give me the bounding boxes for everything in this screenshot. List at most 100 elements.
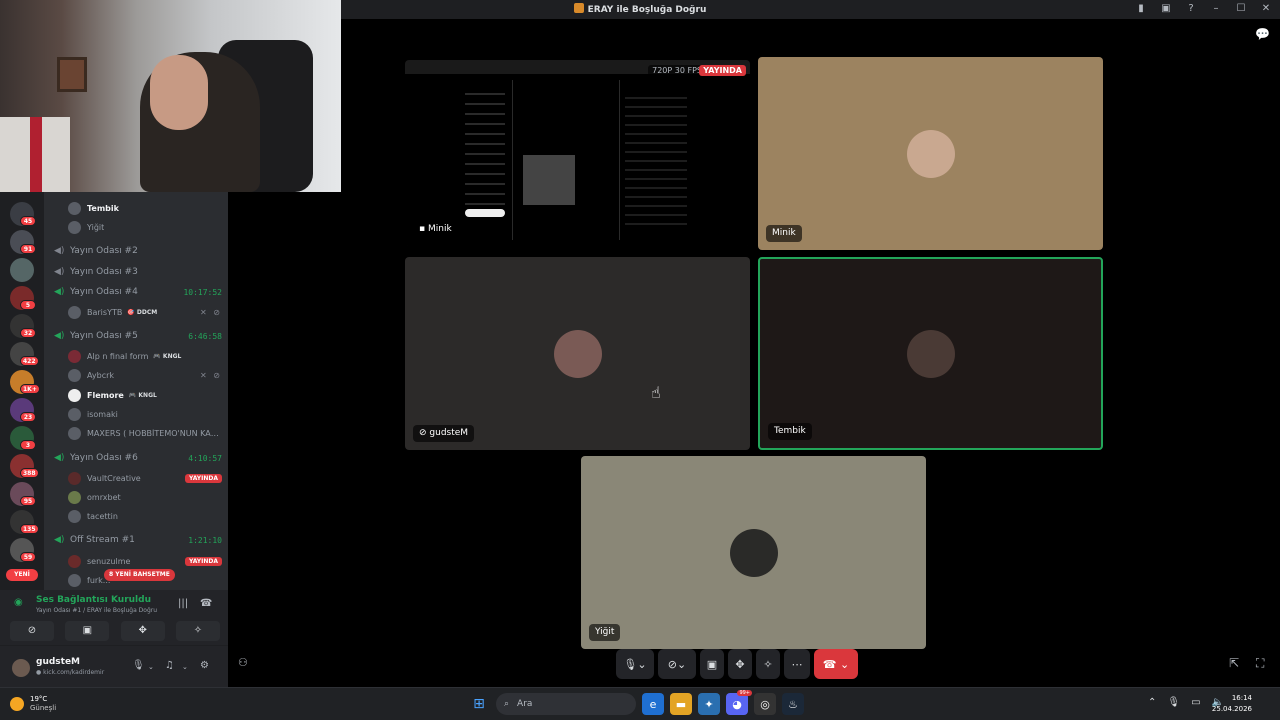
speaker-icon: ◀): [54, 287, 65, 297]
voice-channel[interactable]: ◀) Yayın Odası #4 10:17:52: [54, 284, 222, 300]
weather-widget[interactable]: 19°C Güneşli: [10, 695, 56, 713]
popout-icon[interactable]: ⇱: [1229, 656, 1239, 670]
video-tile-minik[interactable]: Minik: [758, 57, 1103, 250]
voice-channel[interactable]: ◀) Yayın Odası #6 4:10:57: [54, 450, 222, 466]
screenshare-icon[interactable]: ▣: [65, 621, 110, 641]
server-icon[interactable]: 422: [10, 342, 39, 366]
channel-name: Off Stream #1: [70, 535, 135, 545]
server-icon[interactable]: 3: [10, 426, 36, 450]
server-icon[interactable]: 1K+: [10, 370, 40, 394]
windows-start-icon[interactable]: ⊞: [468, 693, 490, 715]
new-mentions-pill[interactable]: 8 YENİ BAHSETME: [104, 569, 175, 581]
channel-timer: 1:21:10: [188, 535, 222, 545]
inbox-icon[interactable]: ▮: [1133, 3, 1149, 14]
discord-icon[interactable]: ◕ 99+: [726, 690, 752, 715]
server-icon[interactable]: 45: [10, 202, 36, 226]
voice-channel[interactable]: ◀) Yayın Odası #5 6:46:58: [54, 328, 222, 344]
steam-icon[interactable]: ♨: [782, 693, 804, 715]
channel-name: Yayın Odası #5: [70, 331, 138, 341]
server-icon[interactable]: 23: [10, 398, 36, 422]
chat-icon[interactable]: 💬: [1255, 27, 1270, 41]
window-title-text: ERAY ile Boşluğa Doğru: [587, 5, 707, 15]
voice-status[interactable]: Ses Bağlantısı Kuruldu: [36, 595, 151, 605]
user-display-name[interactable]: gudsteM: [36, 657, 80, 667]
server-icon[interactable]: 135: [10, 510, 39, 534]
mic-muted-icon: ⊘: [419, 428, 430, 438]
add-friend-icon[interactable]: ⚇: [238, 656, 248, 669]
muted-deafened-icon: ✕ ⊘: [200, 370, 222, 380]
screen-icon[interactable]: ▣: [1158, 3, 1174, 14]
minimize-icon[interactable]: –: [1208, 3, 1224, 14]
server-icon[interactable]: 95: [10, 482, 36, 506]
video-tile-gudstem[interactable]: ⊘ gudsteM: [405, 257, 750, 450]
voice-channel-path[interactable]: Yayın Odası #1 / ERAY ile Boşluğa Doğru: [36, 607, 157, 614]
voice-user[interactable]: isomaki: [68, 406, 222, 422]
soundboard-button[interactable]: ✧: [756, 649, 780, 679]
chevron-up-icon[interactable]: ⌃: [1148, 697, 1156, 708]
voice-user[interactable]: Flemore 🎮 KNGL: [68, 387, 222, 403]
voice-user[interactable]: MAXERS ( HOBBİTEMO'NUN KAR...: [68, 425, 222, 441]
leave-call-button[interactable]: ☎ ⌄: [814, 649, 858, 679]
server-icon[interactable]: 388: [10, 454, 39, 478]
camera-off-icon[interactable]: ⊘: [10, 621, 54, 641]
obs-icon[interactable]: ◎: [754, 693, 776, 715]
chevron-down-icon[interactable]: ⌄: [182, 663, 188, 671]
edge-icon[interactable]: e: [642, 693, 664, 715]
server-icon[interactable]: 5: [10, 286, 36, 310]
signal-icon[interactable]: ◉: [14, 597, 23, 608]
screenshare-button[interactable]: ▣: [700, 649, 724, 679]
voice-user[interactable]: tacettin: [68, 508, 222, 524]
video-tile-yigit[interactable]: Yiğit: [581, 456, 926, 649]
stream-tile-minik[interactable]: 720P 30 FPS YAYINDA ▪ Minik: [405, 60, 750, 246]
server-icon[interactable]: [10, 258, 34, 282]
video-tile-tembik[interactable]: Tembik: [758, 257, 1103, 450]
voice-user[interactable]: Alp n final form 🎮 KNGL: [68, 348, 222, 364]
new-badge[interactable]: YENİ: [6, 569, 38, 581]
mention-badge: 95: [20, 496, 36, 506]
disconnect-icon[interactable]: ☎: [200, 598, 212, 609]
live-badge: YAYINDA: [699, 65, 746, 76]
user-status[interactable]: ● kick.com/kadirdemir: [36, 669, 104, 676]
network-icon[interactable]: ▭: [1191, 697, 1200, 708]
camera-toggle-button[interactable]: ⊘⌄: [658, 649, 696, 679]
chevron-down-icon[interactable]: ⌄: [148, 663, 154, 671]
fullscreen-icon[interactable]: ⛶: [1256, 656, 1264, 671]
server-icon[interactable]: 91: [10, 230, 36, 254]
close-icon[interactable]: ✕: [1258, 3, 1274, 14]
speaker-icon: ◀): [54, 331, 65, 341]
gear-icon[interactable]: ⚙: [200, 660, 209, 671]
taskbar-search[interactable]: ⌕ Ara: [496, 693, 636, 715]
voice-user[interactable]: Tembik: [68, 200, 222, 216]
voice-user[interactable]: senuzulme YAYINDA: [68, 553, 222, 569]
channel-name: Yayın Odası #3: [70, 267, 138, 277]
activities-button[interactable]: ✥: [728, 649, 752, 679]
maximize-icon[interactable]: ☐: [1233, 3, 1249, 14]
user-name: Flemore: [87, 390, 124, 400]
search-icon: ⌕: [504, 699, 510, 709]
mic-toggle-button[interactable]: 🎙⌄: [616, 649, 654, 679]
soundboard-icon[interactable]: ✧: [175, 621, 220, 641]
voice-user[interactable]: Aybcrk ✕ ⊘: [68, 367, 222, 383]
avatar: [68, 368, 81, 382]
noise-icon[interactable]: |||: [178, 598, 188, 609]
avatar[interactable]: [12, 659, 30, 677]
app-icon[interactable]: ✦: [698, 693, 720, 715]
voice-channel[interactable]: ◀) Yayın Odası #2: [54, 243, 222, 259]
help-icon[interactable]: ?: [1183, 3, 1199, 14]
voice-user[interactable]: omrxbet: [68, 489, 222, 505]
more-button[interactable]: ⋯: [784, 649, 810, 679]
headphones-icon[interactable]: ♫: [165, 660, 174, 671]
voice-user[interactable]: Yiğit: [68, 219, 222, 235]
voice-user[interactable]: BarisYTB 🎯 DDCM ✕ ⊘: [68, 304, 222, 320]
server-icon[interactable]: 59: [10, 538, 36, 562]
server-icon[interactable]: 32: [10, 314, 36, 338]
explorer-icon[interactable]: ▬: [670, 693, 692, 715]
taskbar-clock[interactable]: 16:14 25.04.2026: [1212, 693, 1252, 715]
activities-icon[interactable]: ✥: [120, 621, 165, 641]
mic-muted-icon[interactable]: 🎙: [132, 660, 145, 671]
user-name: Tembik: [87, 203, 119, 213]
voice-channel[interactable]: ◀) Off Stream #1 1:21:10: [54, 532, 222, 548]
voice-channel[interactable]: ◀) Yayın Odası #3: [54, 264, 222, 280]
mic-icon[interactable]: 🎙: [1167, 697, 1180, 708]
voice-user[interactable]: VaultCreative YAYINDA: [68, 470, 222, 486]
